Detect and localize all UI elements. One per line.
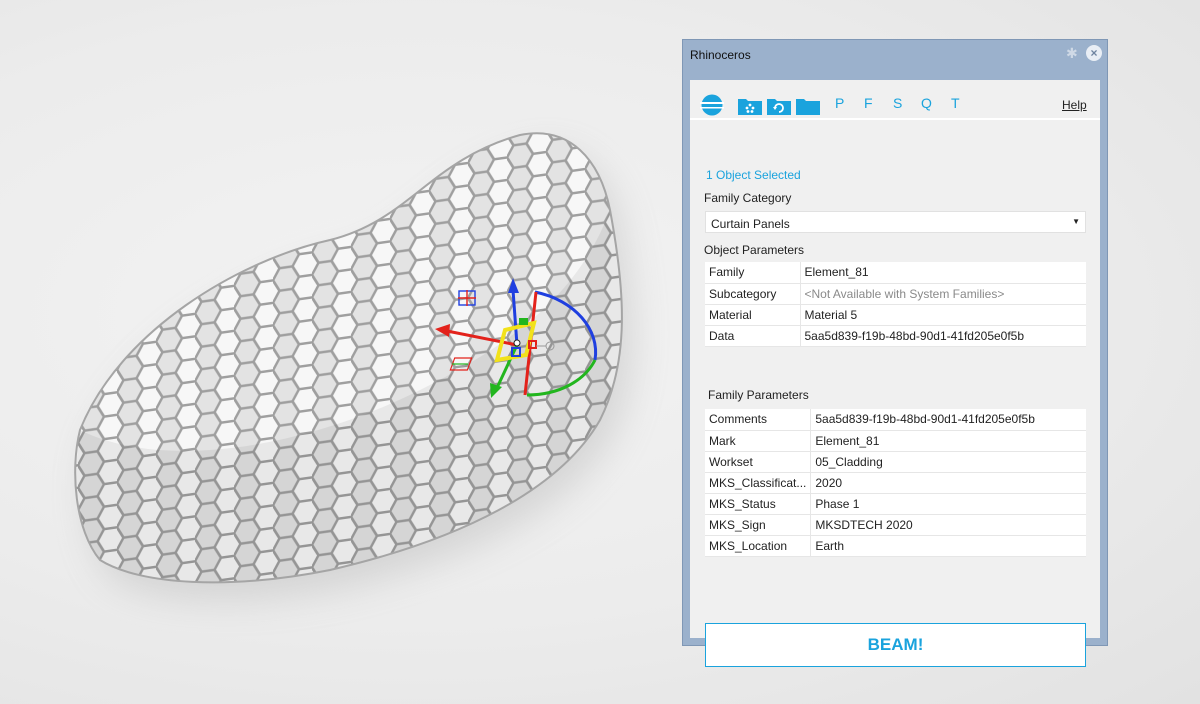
- param-key: Comments: [705, 409, 812, 431]
- table-row[interactable]: MKS_Status Phase 1: [705, 493, 1086, 515]
- param-key: MKS_Status: [705, 493, 812, 515]
- param-key: Family: [705, 262, 801, 284]
- param-value[interactable]: <Not Available with System Families>: [800, 283, 1086, 305]
- table-row[interactable]: MKS_Classificat... 2020: [705, 472, 1086, 494]
- gear-icon[interactable]: ✱: [1066, 46, 1080, 60]
- q-button[interactable]: Q: [921, 95, 932, 111]
- param-key: Workset: [705, 451, 812, 473]
- chevron-down-icon[interactable]: ▼: [1072, 217, 1080, 226]
- help-link[interactable]: Help: [1062, 98, 1087, 112]
- table-row[interactable]: MKS_Sign MKSDTECH 2020: [705, 514, 1086, 536]
- param-value[interactable]: Material 5: [800, 304, 1086, 326]
- table-row[interactable]: Material Material 5: [705, 304, 1086, 326]
- table-row[interactable]: Workset 05_Cladding: [705, 451, 1086, 473]
- param-key: MKS_Classificat...: [705, 472, 812, 494]
- param-key: Mark: [705, 430, 812, 452]
- param-value[interactable]: 2020: [810, 472, 1086, 494]
- table-row[interactable]: Data 5aa5d839-f19b-48bd-90d1-41fd205e0f5…: [705, 325, 1086, 347]
- param-key: Subcategory: [705, 283, 801, 305]
- param-value[interactable]: 05_Cladding: [810, 451, 1086, 473]
- s-button[interactable]: S: [893, 95, 902, 111]
- param-value[interactable]: MKSDTECH 2020: [810, 514, 1086, 536]
- hex-surface-model[interactable]: [60, 80, 640, 662]
- family-category-dropdown[interactable]: Curtain Panels ▼: [705, 211, 1086, 233]
- rhino-plugin-panel: Rhinoceros ✱ × P F S Q T Help 1 Object S…: [682, 39, 1108, 667]
- table-row[interactable]: Mark Element_81: [705, 430, 1086, 452]
- table-row[interactable]: Family Element_81: [705, 262, 1086, 284]
- table-row[interactable]: Comments 5aa5d839-f19b-48bd-90d1-41fd205…: [705, 409, 1086, 431]
- f-button[interactable]: F: [864, 95, 873, 111]
- param-key: MKS_Sign: [705, 514, 812, 536]
- param-key: Material: [705, 304, 801, 326]
- param-value[interactable]: Earth: [810, 535, 1086, 557]
- family-parameters-label: Family Parameters: [708, 388, 809, 402]
- family-category-label: Family Category: [704, 191, 792, 205]
- param-value[interactable]: Element_81: [800, 262, 1086, 284]
- window-title: Rhinoceros: [690, 48, 751, 62]
- table-row[interactable]: Subcategory <Not Available with System F…: [705, 283, 1086, 305]
- param-key: Data: [705, 325, 801, 347]
- param-value[interactable]: Phase 1: [810, 493, 1086, 515]
- toolbar: P F S Q T Help: [690, 80, 1100, 118]
- param-key: MKS_Location: [705, 535, 812, 557]
- param-value[interactable]: Element_81: [810, 430, 1086, 452]
- logo-icon[interactable]: [700, 94, 724, 121]
- table-row[interactable]: MKS_Location Earth: [705, 535, 1086, 557]
- object-parameters-label: Object Parameters: [704, 243, 805, 257]
- object-parameters-table: Family Element_81 Subcategory <Not Avail…: [705, 262, 1086, 347]
- dropdown-selected-value: Curtain Panels: [711, 217, 790, 231]
- param-value[interactable]: 5aa5d839-f19b-48bd-90d1-41fd205e0f5b: [800, 325, 1086, 347]
- t-button[interactable]: T: [951, 95, 960, 111]
- close-button[interactable]: ×: [1086, 45, 1102, 61]
- family-parameters-table: Comments 5aa5d839-f19b-48bd-90d1-41fd205…: [705, 409, 1086, 557]
- param-value[interactable]: 5aa5d839-f19b-48bd-90d1-41fd205e0f5b: [810, 409, 1086, 431]
- beam-button[interactable]: BEAM!: [705, 623, 1086, 667]
- p-button[interactable]: P: [835, 95, 844, 111]
- selection-status: 1 Object Selected: [706, 168, 801, 182]
- panel-content: P F S Q T Help 1 Object Selected Family …: [690, 80, 1100, 667]
- title-bar[interactable]: Rhinoceros ✱ ×: [683, 40, 1107, 70]
- toolbar-divider: [690, 118, 1100, 120]
